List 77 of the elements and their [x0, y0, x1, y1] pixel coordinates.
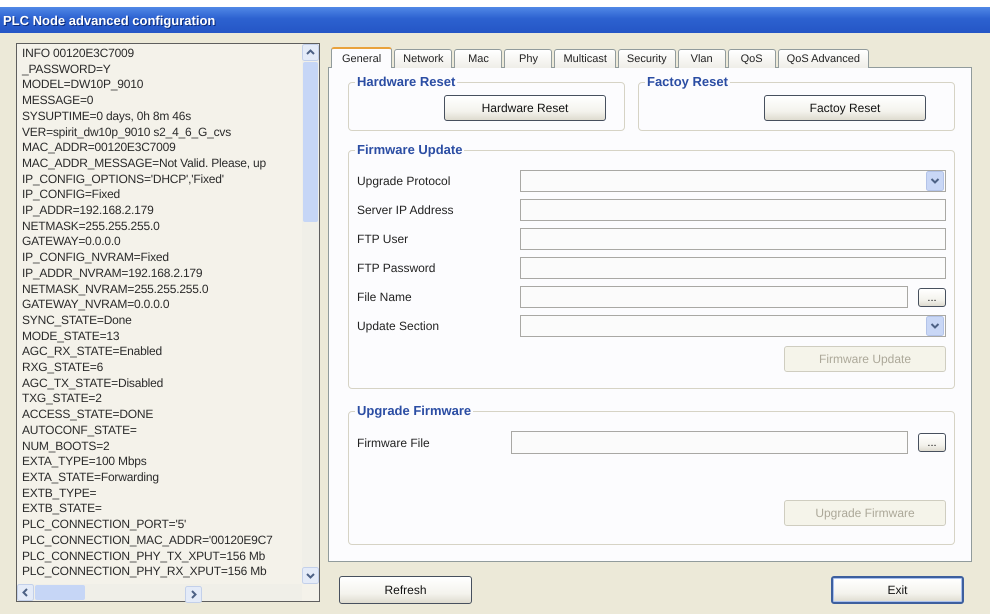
info-line: PLC_CONNECTION_PHY_RX_XPUT=156 Mb	[22, 564, 266, 580]
chevron-down-icon[interactable]	[302, 567, 319, 584]
info-line: ACCESS_STATE=DONE	[22, 407, 154, 423]
info-line: NUM_BOOTS=2	[22, 438, 110, 454]
group-title: Factoy Reset	[646, 74, 729, 90]
exit-button[interactable]: Exit	[831, 576, 964, 604]
info-line: EXTB_TYPE=	[22, 486, 96, 502]
scrollbar-thumb[interactable]	[35, 585, 85, 600]
info-line: IP_ADDR_NVRAM=192.168.2.179	[22, 266, 202, 282]
info-line: MODE_STATE=13	[22, 328, 120, 344]
info-line: GATEWAY=0.0.0.0	[22, 234, 120, 250]
info-line: PLC_CONNECTION_PHY_TX_XPUT=156 Mb	[22, 548, 266, 564]
info-line: IP_ADDR=192.168.2.179	[22, 203, 154, 219]
info-line: AGC_TX_STATE=Disabled	[22, 376, 164, 392]
horizontal-scrollbar[interactable]	[17, 584, 302, 601]
info-line: AGC_RX_STATE=Enabled	[22, 344, 162, 360]
chevron-down-icon[interactable]	[926, 316, 944, 336]
hardware-reset-button[interactable]: Hardware Reset	[444, 95, 606, 121]
tab[interactable]: Vlan	[678, 49, 726, 68]
field-label: Server IP Address	[357, 203, 454, 217]
group-title: Firmware Update	[356, 142, 464, 158]
factory-reset-button[interactable]: Factoy Reset	[764, 95, 926, 121]
field-label: File Name	[357, 290, 413, 304]
info-line: SYSUPTIME=0 days, 0h 8m 46s	[22, 108, 192, 125]
info-line: IP_CONFIG=Fixed	[22, 187, 120, 204]
info-line: RXG_STATE=6	[22, 360, 104, 376]
scrollbar-thumb[interactable]	[303, 62, 318, 222]
info-line: PLC_CONNECTION_MAC_ADDR='00120E9C7	[22, 532, 273, 548]
text-field[interactable]	[520, 199, 946, 221]
dropdown-field[interactable]	[520, 315, 946, 337]
chevron-up-icon[interactable]	[302, 44, 319, 61]
info-line: NETMASK_NVRAM=255.255.255.0	[22, 282, 208, 298]
info-line: IP_CONFIG_OPTIONS='DHCP','Fixed'	[22, 172, 224, 188]
chevron-down-icon[interactable]	[926, 171, 944, 191]
info-line: EXTA_TYPE=100 Mbps	[22, 454, 147, 470]
info-line: PLC_CONNECTION_PORT='5'	[22, 517, 186, 533]
info-line: SYNC_STATE=Done	[22, 312, 132, 329]
info-line: TXG_STATE=2	[22, 391, 102, 408]
group-title: Upgrade Firmware	[356, 403, 472, 419]
info-line: IP_CONFIG_NVRAM=Fixed	[22, 250, 169, 266]
dropdown-field[interactable]	[520, 170, 946, 192]
info-line: EXTB_STATE=	[22, 501, 102, 518]
window-title: PLC Node advanced configuration	[3, 12, 216, 28]
text-field[interactable]	[520, 228, 946, 250]
field-label: Upgrade Protocol	[357, 174, 452, 188]
info-line: INFO 00120E3C7009	[22, 46, 134, 62]
info-line: MAC_ADDR_MESSAGE=Not Valid. Please, up	[22, 156, 266, 172]
file-path-field[interactable]	[511, 431, 908, 454]
field-label: Update Section	[357, 319, 440, 333]
tab[interactable]: Security	[618, 49, 676, 68]
info-line: _PASSWORD=Y	[22, 62, 111, 78]
info-line: MODEL=DW10P_9010	[22, 77, 144, 94]
info-line: GATEWAY_NVRAM=0.0.0.0	[22, 297, 170, 313]
tab[interactable]: Mac	[454, 49, 502, 68]
file-path-field[interactable]	[520, 286, 908, 308]
field-label: Firmware File	[357, 436, 431, 450]
info-line: AUTOCONF_STATE=	[22, 422, 137, 439]
tab[interactable]: Network	[394, 49, 452, 68]
group-title: Hardware Reset	[356, 74, 456, 90]
tab[interactable]: QoS	[728, 49, 776, 68]
info-line: MAC_ADDR=00120E3C7009	[22, 140, 176, 156]
info-line: VER=spirit_dw10p_9010 s2_4_6_G_cvs	[22, 124, 232, 140]
tab[interactable]: QoS Advanced	[778, 49, 870, 68]
tab[interactable]: General	[331, 47, 392, 68]
browse-button[interactable]: ...	[918, 288, 946, 306]
text-field[interactable]	[520, 257, 946, 279]
field-label: FTP Password	[357, 261, 436, 275]
info-line: NETMASK=255.255.255.0	[22, 218, 160, 234]
chevron-left-icon[interactable]	[17, 584, 34, 601]
tab[interactable]: Phy	[504, 49, 552, 68]
info-line: MESSAGE=0	[22, 93, 94, 109]
vertical-scrollbar[interactable]	[302, 44, 319, 584]
refresh-button[interactable]: Refresh	[339, 576, 472, 604]
field-label: FTP User	[357, 232, 410, 246]
info-line: EXTA_STATE=Forwarding	[22, 470, 159, 486]
browse-button[interactable]: ...	[918, 433, 946, 452]
tab[interactable]: Multicast	[554, 49, 616, 68]
